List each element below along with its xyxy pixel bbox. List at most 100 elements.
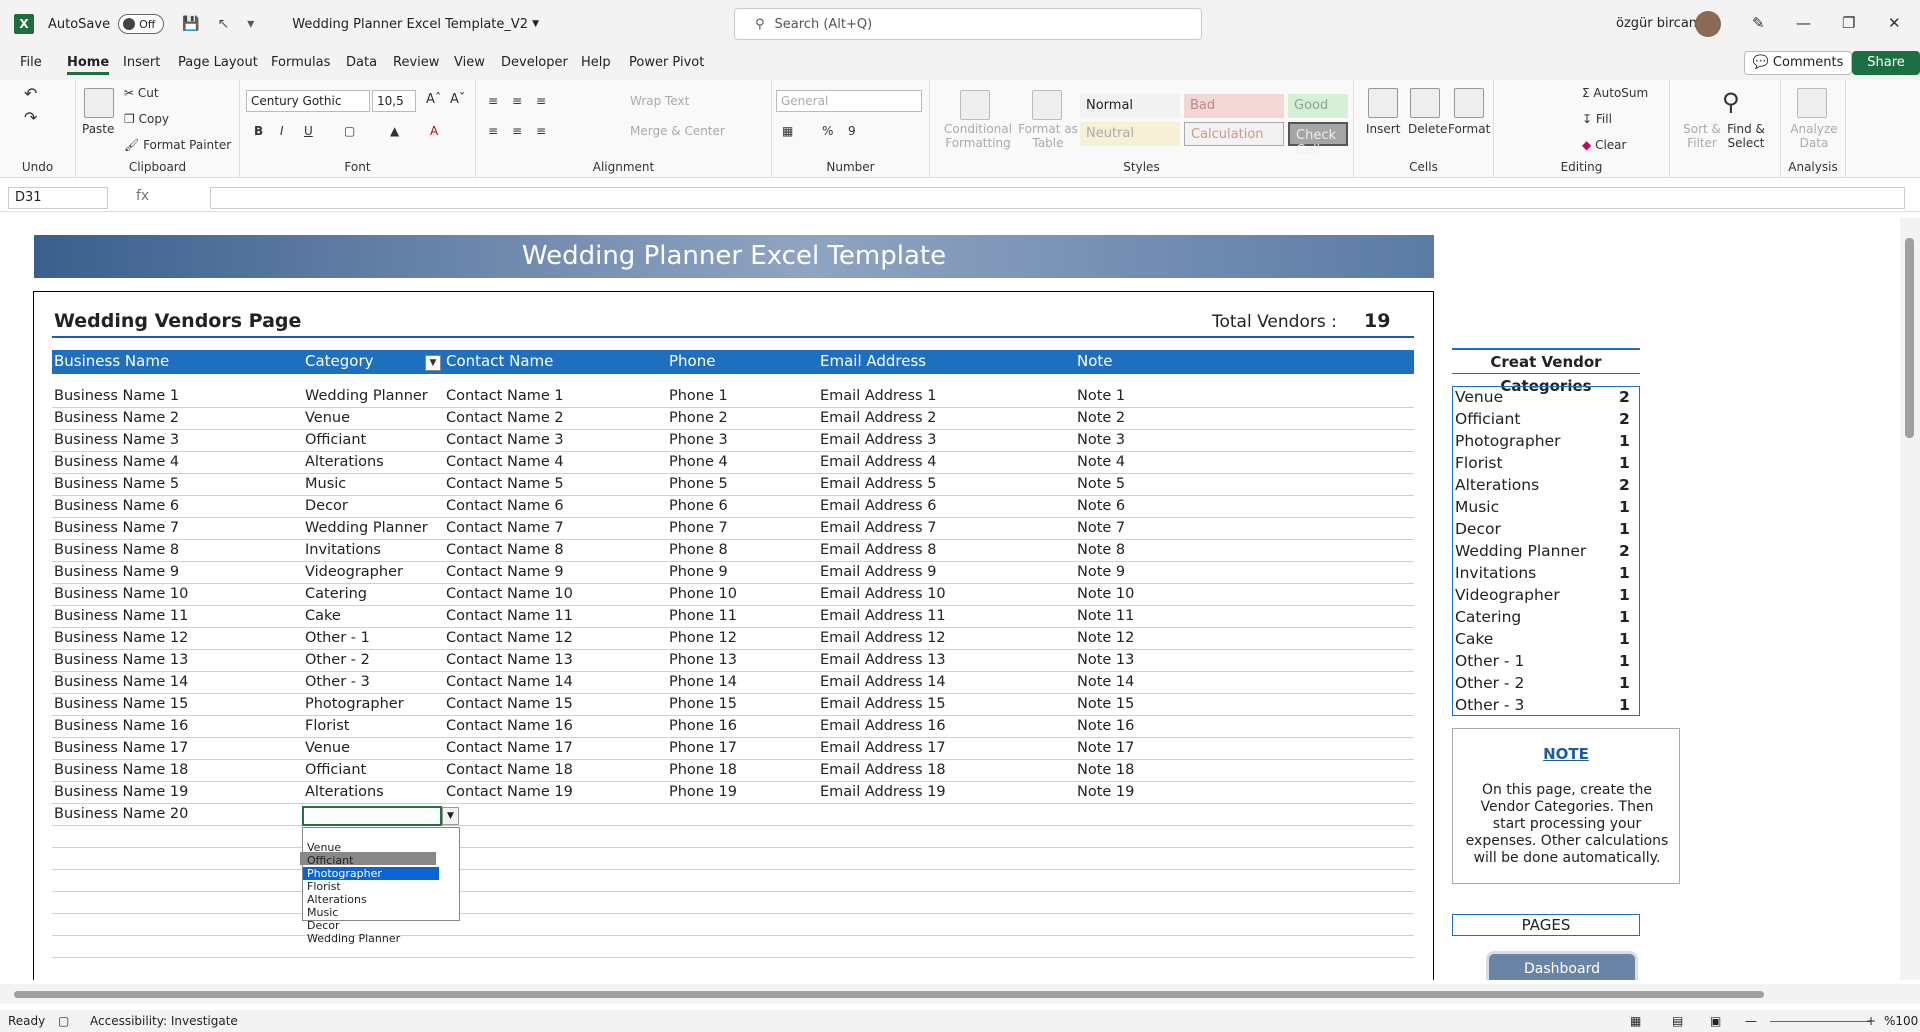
comma-icon[interactable]: 9 bbox=[848, 124, 856, 138]
note-cell[interactable]: Note 19 bbox=[1077, 784, 1134, 800]
analyze-data-icon[interactable] bbox=[1797, 88, 1827, 118]
phone-cell[interactable]: Phone 13 bbox=[669, 652, 737, 668]
category-cell[interactable]: Catering bbox=[305, 586, 367, 602]
macro-record-icon[interactable]: ▢ bbox=[58, 1014, 69, 1028]
zoom-in-icon[interactable]: + bbox=[1866, 1014, 1876, 1028]
note-cell[interactable]: Note 16 bbox=[1077, 718, 1134, 734]
table-row[interactable]: Business Name 2 Venue Contact Name 2 Phone … bbox=[52, 408, 1414, 430]
paste-button[interactable]: Paste bbox=[82, 122, 114, 136]
style-check-cell[interactable]: Check Cell bbox=[1288, 122, 1348, 158]
email-cell[interactable]: Email Address 7 bbox=[820, 520, 936, 536]
email-cell[interactable]: Email Address 19 bbox=[820, 784, 946, 800]
save-icon[interactable]: 💾 bbox=[182, 16, 199, 32]
phone-cell[interactable]: Phone 10 bbox=[669, 586, 737, 602]
table-row[interactable]: Business Name 11 Cake Contact Name 11 Phone… bbox=[52, 606, 1414, 628]
email-cell[interactable]: Email Address 11 bbox=[820, 608, 946, 624]
dropdown-option[interactable]: Florist bbox=[303, 880, 439, 893]
chevron-down-icon[interactable]: ▼ bbox=[532, 19, 539, 29]
contact-name-cell[interactable]: Contact Name 10 bbox=[446, 586, 573, 602]
bold-button[interactable]: B bbox=[254, 124, 263, 138]
business-name-cell[interactable]: Business Name 9 bbox=[54, 564, 179, 580]
decrease-font-icon[interactable]: Aˇ bbox=[450, 92, 465, 107]
table-row[interactable]: Business Name 17 Venue Contact Name 17 Phon… bbox=[52, 738, 1414, 760]
autosave-toggle[interactable]: Off bbox=[118, 14, 165, 34]
table-row[interactable]: Business Name 16 Florist Contact Name 16 Ph… bbox=[52, 716, 1414, 738]
pointer-icon[interactable]: ↖ bbox=[218, 16, 230, 32]
category-name[interactable]: Photographer bbox=[1455, 432, 1561, 450]
email-cell[interactable]: Email Address 9 bbox=[820, 564, 936, 580]
business-name-cell[interactable]: Business Name 5 bbox=[54, 476, 179, 492]
category-name[interactable]: Other - 3 bbox=[1455, 696, 1524, 714]
vertical-scrollbar[interactable] bbox=[1900, 218, 1920, 980]
table-row[interactable]: Business Name 18 Officiant Contact Name 18… bbox=[52, 760, 1414, 782]
contact-name-cell[interactable]: Contact Name 8 bbox=[446, 542, 564, 558]
category-row[interactable]: Catering 1 bbox=[1453, 607, 1639, 629]
email-cell[interactable]: Email Address 6 bbox=[820, 498, 936, 514]
category-cell[interactable]: Decor bbox=[305, 498, 348, 514]
header-phone[interactable]: Phone bbox=[669, 352, 715, 370]
underline-button[interactable]: U bbox=[304, 124, 313, 138]
contact-name-cell[interactable]: Contact Name 9 bbox=[446, 564, 564, 580]
business-name-cell[interactable]: Business Name 15 bbox=[54, 696, 188, 712]
align-top-icon[interactable]: ≡ bbox=[488, 94, 498, 108]
tab-view[interactable]: View bbox=[454, 55, 485, 70]
tab-page-layout[interactable]: Page Layout bbox=[178, 55, 258, 70]
note-cell[interactable]: Note 9 bbox=[1077, 564, 1125, 580]
minimize-icon[interactable]: — bbox=[1796, 14, 1811, 32]
table-row[interactable]: Business Name 5 Music Contact Name 5 Phone … bbox=[52, 474, 1414, 496]
business-name-cell[interactable]: Business Name 16 bbox=[54, 718, 188, 734]
note-cell[interactable]: Note 7 bbox=[1077, 520, 1125, 536]
zoom-out-icon[interactable]: — bbox=[1745, 1014, 1757, 1028]
dropdown-option[interactable]: Alterations bbox=[303, 893, 439, 906]
merge-center-button[interactable]: Merge & Center bbox=[630, 124, 725, 138]
header-note[interactable]: Note bbox=[1077, 352, 1113, 370]
tab-formulas[interactable]: Formulas bbox=[271, 55, 330, 70]
tab-file[interactable]: File bbox=[20, 55, 42, 70]
business-name-cell[interactable]: Business Name 4 bbox=[54, 454, 179, 470]
restore-icon[interactable]: ❐ bbox=[1842, 14, 1855, 32]
category-name[interactable]: Florist bbox=[1455, 454, 1503, 472]
contact-name-cell[interactable]: Contact Name 14 bbox=[446, 674, 573, 690]
business-name-cell[interactable]: Business Name 13 bbox=[54, 652, 188, 668]
paste-icon[interactable] bbox=[84, 88, 114, 118]
copy-button[interactable]: ❐ Copy bbox=[124, 112, 169, 126]
category-row[interactable]: Florist 1 bbox=[1453, 453, 1639, 475]
search-input[interactable]: ⚲ Search (Alt+Q) bbox=[734, 8, 1202, 40]
contact-name-cell[interactable]: Contact Name 12 bbox=[446, 630, 573, 646]
category-name[interactable]: Venue bbox=[1455, 388, 1503, 406]
empty-row[interactable] bbox=[52, 826, 1414, 848]
tab-help[interactable]: Help bbox=[581, 55, 611, 70]
business-name-cell[interactable]: Business Name 7 bbox=[54, 520, 179, 536]
business-name-cell[interactable]: Business Name 20 bbox=[54, 806, 188, 822]
category-name[interactable]: Wedding Planner bbox=[1455, 542, 1586, 560]
contact-name-cell[interactable]: Contact Name 4 bbox=[446, 454, 564, 470]
business-name-cell[interactable]: Business Name 12 bbox=[54, 630, 188, 646]
email-cell[interactable]: Email Address 18 bbox=[820, 762, 946, 778]
email-cell[interactable]: Email Address 5 bbox=[820, 476, 936, 492]
conditional-formatting-button[interactable]: Conditional Formatting bbox=[938, 122, 1018, 150]
header-contact-name[interactable]: Contact Name bbox=[446, 352, 553, 370]
empty-row[interactable] bbox=[52, 914, 1414, 936]
note-cell[interactable]: Note 6 bbox=[1077, 498, 1125, 514]
style-good[interactable]: Good bbox=[1288, 94, 1348, 118]
business-name-cell[interactable]: Business Name 2 bbox=[54, 410, 179, 426]
phone-cell[interactable]: Phone 9 bbox=[669, 564, 728, 580]
cut-button[interactable]: ✂ Cut bbox=[124, 86, 159, 100]
accessibility-status[interactable]: Accessibility: Investigate bbox=[90, 1014, 238, 1028]
email-cell[interactable]: Email Address 8 bbox=[820, 542, 936, 558]
category-row[interactable]: Videographer 1 bbox=[1453, 585, 1639, 607]
format-as-table-icon[interactable] bbox=[1032, 90, 1062, 120]
italic-button[interactable]: I bbox=[280, 124, 284, 138]
fx-icon[interactable]: fx bbox=[136, 188, 149, 204]
category-cell[interactable]: Officiant bbox=[305, 432, 366, 448]
phone-cell[interactable]: Phone 2 bbox=[669, 410, 728, 426]
category-cell[interactable]: Music bbox=[305, 476, 346, 492]
normal-view-icon[interactable]: ▦ bbox=[1630, 1014, 1641, 1028]
percent-button[interactable]: % bbox=[822, 124, 833, 138]
note-cell[interactable]: Note 1 bbox=[1077, 388, 1125, 404]
tab-power-pivot[interactable]: Power Pivot bbox=[629, 55, 704, 70]
email-cell[interactable]: Email Address 3 bbox=[820, 432, 936, 448]
zoom-level[interactable]: %100 bbox=[1884, 1014, 1918, 1028]
conditional-formatting-icon[interactable] bbox=[960, 90, 990, 120]
empty-row[interactable] bbox=[52, 848, 1414, 870]
